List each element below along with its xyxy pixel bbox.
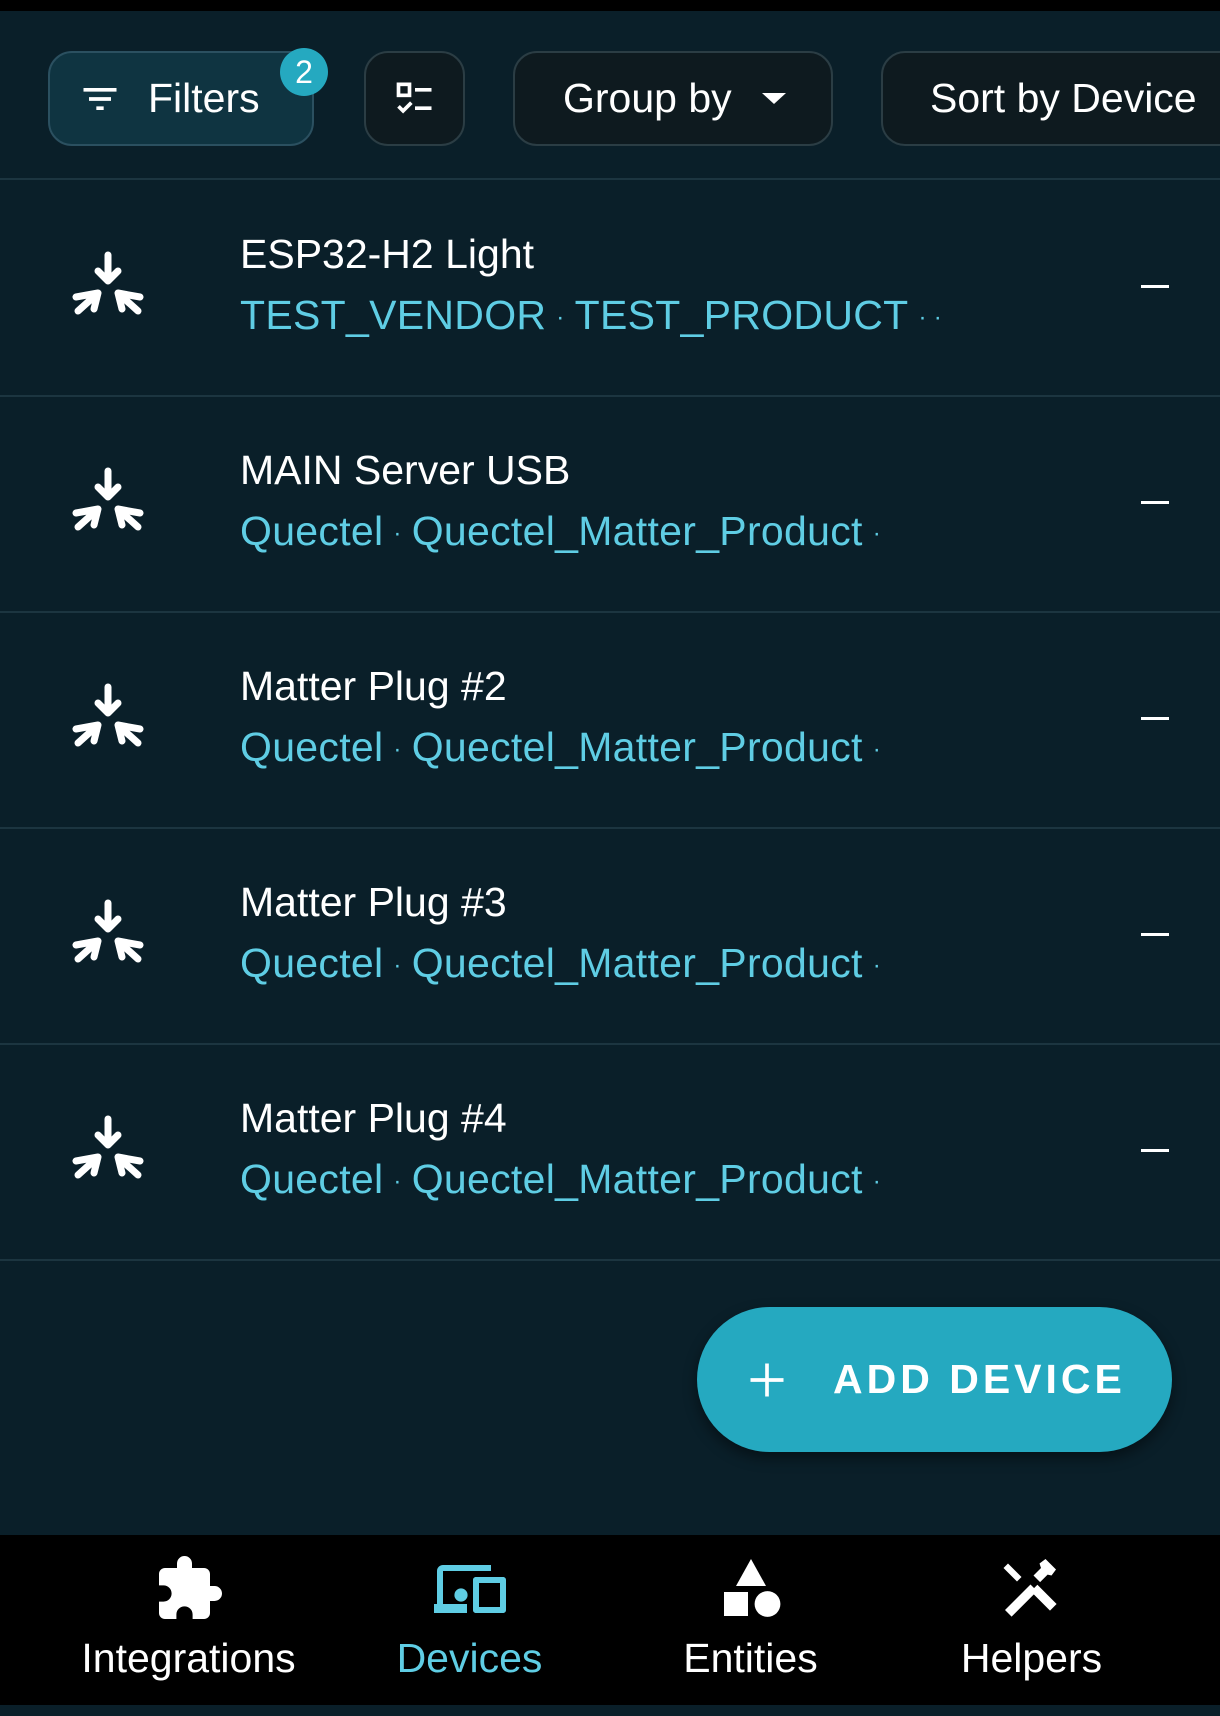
device-name: Matter Plug #2: [240, 663, 507, 709]
plus-icon: [750, 1363, 784, 1396]
device-model[interactable]: TEST_PRODUCT: [575, 292, 909, 338]
device-name: ESP32-H2 Light: [240, 231, 535, 277]
nav-label: Entities: [683, 1635, 818, 1681]
group-by-label: Group by: [563, 75, 732, 121]
device-status-dash: [1141, 717, 1169, 720]
chevron-down-icon: [761, 93, 786, 104]
matter-icon: [72, 899, 144, 963]
device-name: MAIN Server USB: [240, 447, 571, 493]
nav-item-devices[interactable]: Devices: [317, 1535, 622, 1705]
device-status-dash: [1141, 285, 1169, 288]
device-model[interactable]: Quectel_Matter_Product: [412, 724, 863, 770]
nav-label: Integrations: [81, 1635, 296, 1681]
device-subtitle: Quectel · Quectel_Matter_Product ·: [240, 508, 881, 554]
device-manufacturer[interactable]: TEST_VENDOR: [240, 292, 546, 338]
nav-label: Devices: [396, 1635, 543, 1681]
device-manufacturer[interactable]: Quectel: [240, 508, 383, 554]
matter-icon: [72, 683, 144, 747]
device-row[interactable]: ESP32-H2 Light TEST_VENDOR · TEST_PRODUCT ·…: [0, 181, 1220, 397]
shapes-icon: [723, 1559, 780, 1617]
group-by-dropdown[interactable]: Group by: [513, 51, 833, 146]
selection-mode-button[interactable]: [364, 51, 465, 146]
matter-icon: [72, 467, 144, 531]
nav-item-integrations[interactable]: Integrations: [36, 1535, 341, 1705]
tools-icon: [1003, 1559, 1057, 1617]
device-manufacturer[interactable]: Quectel: [240, 724, 383, 770]
matter-icon: [72, 251, 144, 315]
add-device-button[interactable]: ADD DEVICE: [697, 1307, 1172, 1452]
filters-count-badge: 2: [280, 48, 328, 96]
device-name: Matter Plug #3: [240, 879, 507, 925]
bottom-navigation: Integrations Devices Entities Helpers: [0, 1535, 1220, 1705]
filter-toolbar: Filters 2 Group by Sort by Device: [0, 11, 1220, 180]
devices-icon: [433, 1565, 506, 1613]
device-model[interactable]: Quectel_Matter_Product: [412, 508, 863, 554]
add-device-label: ADD DEVICE: [833, 1356, 1126, 1402]
device-subtitle: TEST_VENDOR · TEST_PRODUCT · ·: [240, 292, 943, 338]
gesture-bar-area: [0, 1705, 1220, 1716]
device-list: ESP32-H2 Light TEST_VENDOR · TEST_PRODUCT ·…: [0, 181, 1220, 1261]
device-row[interactable]: Matter Plug #3 Quectel · Quectel_Matter_Pr…: [0, 829, 1220, 1045]
nav-item-helpers[interactable]: Helpers: [879, 1535, 1184, 1705]
device-manufacturer[interactable]: Quectel: [240, 940, 383, 986]
device-status-dash: [1141, 1149, 1169, 1152]
device-manufacturer[interactable]: Quectel: [240, 1156, 383, 1202]
device-status-dash: [1141, 501, 1169, 504]
device-subtitle: Quectel · Quectel_Matter_Product ·: [240, 724, 881, 770]
sort-by-button[interactable]: Sort by Device: [881, 51, 1220, 146]
status-strip: [0, 0, 1220, 11]
device-model[interactable]: Quectel_Matter_Product: [412, 1156, 863, 1202]
device-row[interactable]: Matter Plug #4 Quectel · Quectel_Matter_Pr…: [0, 1045, 1220, 1261]
device-status-dash: [1141, 933, 1169, 936]
filter-icon: [83, 87, 117, 110]
nav-label: Helpers: [960, 1635, 1103, 1681]
matter-icon: [72, 1115, 144, 1179]
device-model[interactable]: Quectel_Matter_Product: [412, 940, 863, 986]
filters-label: Filters: [148, 75, 260, 121]
device-name: Matter Plug #4: [240, 1095, 507, 1141]
device-row[interactable]: MAIN Server USB Quectel · Quectel_Matter_P…: [0, 397, 1220, 613]
sort-by-label: Sort by Device: [930, 75, 1197, 121]
device-subtitle: Quectel · Quectel_Matter_Product ·: [240, 1156, 881, 1202]
device-row[interactable]: Matter Plug #2 Quectel · Quectel_Matter_Pr…: [0, 613, 1220, 829]
puzzle-icon: [158, 1556, 222, 1619]
nav-item-entities[interactable]: Entities: [598, 1535, 903, 1705]
filters-button[interactable]: Filters: [48, 51, 314, 146]
checklist-icon: [396, 82, 431, 114]
device-subtitle: Quectel · Quectel_Matter_Product ·: [240, 940, 881, 986]
